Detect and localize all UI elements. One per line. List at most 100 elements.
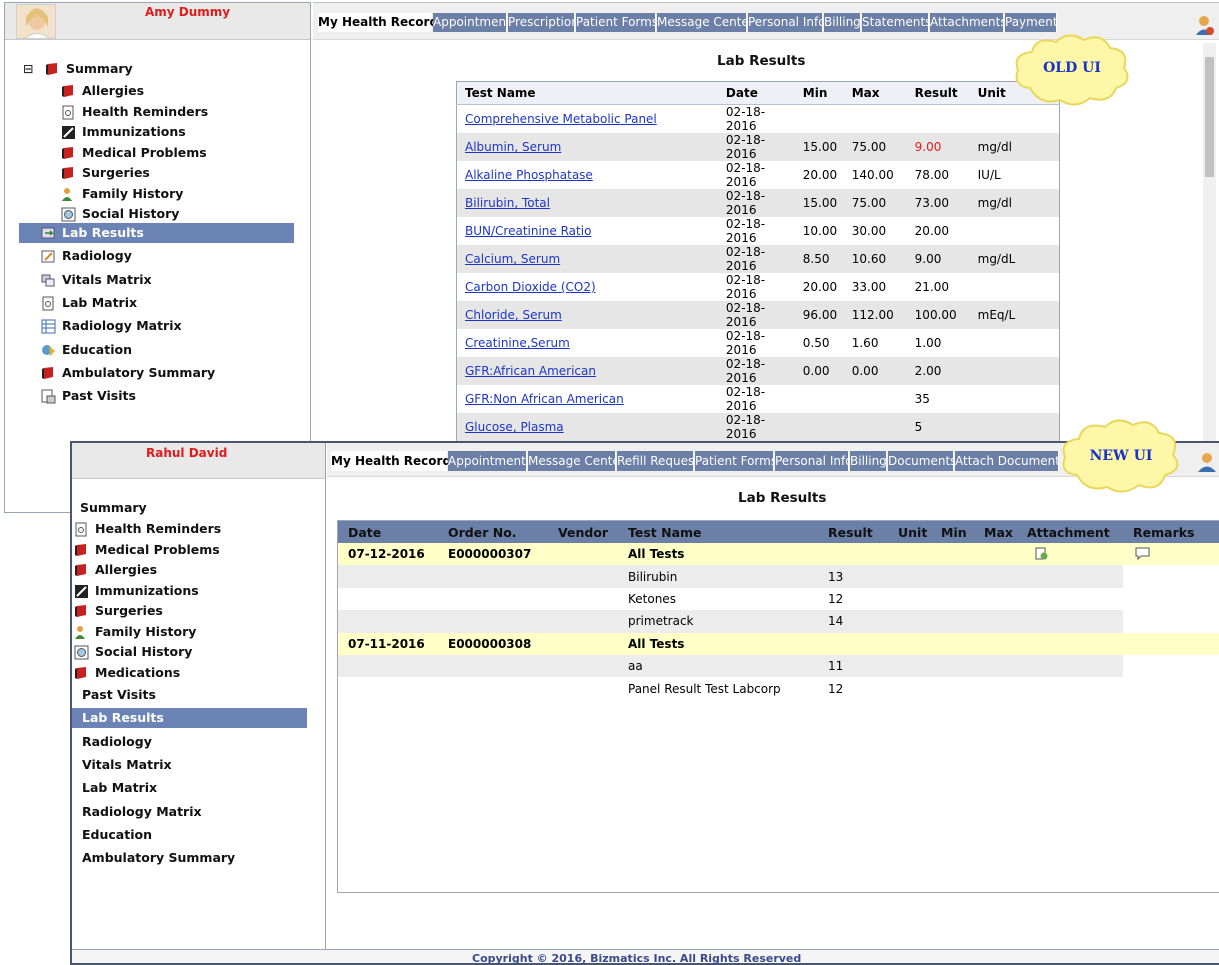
tab-statements[interactable]: Statements <box>862 13 931 32</box>
nav-item-medications[interactable]: Medications <box>74 663 180 683</box>
nav-item-education[interactable]: Education <box>19 340 132 360</box>
nav-item-health-reminders[interactable]: Health Reminders <box>61 102 208 122</box>
max-cell: 112.00 <box>843 301 907 329</box>
min-cell <box>931 543 974 566</box>
nav-item-medical-problems[interactable]: Medical Problems <box>61 143 207 163</box>
tab-refill-request[interactable]: Refill Request <box>617 451 699 471</box>
tab-prescription[interactable]: Prescription <box>508 13 579 32</box>
nav-item-lab-results[interactable]: Lab Results <box>19 223 294 243</box>
attachment-cell <box>1017 654 1123 678</box>
nav-item-immunizations[interactable]: Immunizations <box>61 122 186 142</box>
test-name-link[interactable]: GFR:African American <box>465 364 596 378</box>
tab-my-health-record[interactable]: My Health Record <box>318 13 438 32</box>
tab-patient-forms[interactable]: Patient Forms <box>695 451 777 471</box>
max-cell: 30.00 <box>851 224 887 238</box>
test-name-link[interactable]: Creatinine,Serum <box>465 336 570 350</box>
scrollbar-thumb[interactable] <box>1205 57 1214 177</box>
tab-my-health-records[interactable]: My Health Records <box>331 451 458 471</box>
user-settings-icon[interactable] <box>1195 14 1215 36</box>
nav-item-lab-results[interactable]: Lab Results <box>72 708 307 729</box>
badge-label: OLD UI <box>1043 60 1101 76</box>
user-settings-icon[interactable] <box>1197 451 1217 473</box>
test-name-link[interactable]: Calcium, Serum <box>465 252 560 266</box>
nav-item-ambulatory-summary[interactable]: Ambulatory Summary <box>19 363 215 383</box>
tab-billing[interactable]: Billing <box>824 13 861 32</box>
test-name-cell: BUN/Creatinine Ratio <box>457 217 718 245</box>
nav-item-medical-problems[interactable]: Medical Problems <box>74 540 220 560</box>
test-name-cell: Ketones <box>628 591 676 606</box>
test-name-link[interactable]: Alkaline Phosphatase <box>465 168 593 182</box>
unit-cell <box>970 217 1060 245</box>
column-header-min: Min <box>931 521 974 543</box>
tab-patient-forms[interactable]: Patient Forms <box>576 13 658 32</box>
tab-attach-documents[interactable]: Attach Documents <box>955 451 1066 471</box>
date-cell: 02-18-2016 <box>717 189 795 217</box>
globe-icon <box>74 645 89 660</box>
result-cell: 1.00 <box>914 336 942 350</box>
nav-item-radiology-matrix[interactable]: Radiology Matrix <box>19 316 182 336</box>
column-header-order-no: Order No. <box>438 521 548 543</box>
tab-billing[interactable]: Billing <box>850 451 887 471</box>
test-name-link[interactable]: GFR:Non African American <box>465 392 624 406</box>
remarks-cell <box>1123 565 1219 588</box>
test-name-cell: GFR:Non African American <box>457 385 718 413</box>
tab-attachments[interactable]: Attachments <box>930 13 1007 32</box>
result-cell: 100.00 <box>906 301 970 329</box>
new-ui-badge: NEW UI <box>1057 415 1185 497</box>
nav-item-allergies[interactable]: Allergies <box>61 81 144 101</box>
tab-personal-info[interactable]: Personal Info <box>775 451 853 471</box>
vertical-scrollbar[interactable] <box>1203 43 1216 443</box>
nav-item-radiology[interactable]: Radiology <box>19 246 132 266</box>
test-name-cell: Carbon Dioxide (CO2) <box>457 273 718 301</box>
test-name-link[interactable]: Comprehensive Metabolic Panel <box>465 112 657 126</box>
nav-item-ambulatory-summary[interactable]: Ambulatory Summary <box>72 848 235 868</box>
result-cell: 9.00 <box>906 245 970 273</box>
nav-item-summary[interactable]: ⊟ Summary <box>23 59 133 79</box>
date-cell <box>338 588 438 610</box>
test-name-link[interactable]: Albumin, Serum <box>465 140 561 154</box>
nav-item-family-history[interactable]: Family History <box>61 184 183 204</box>
nav-item-immunizations[interactable]: Immunizations <box>74 581 199 601</box>
nav-item-family-history[interactable]: Family History <box>74 622 196 642</box>
nav-item-vitals-matrix[interactable]: Vitals Matrix <box>72 755 172 775</box>
nav-item-surgeries[interactable]: Surgeries <box>74 601 163 621</box>
max-cell <box>974 588 1017 610</box>
nav-item-surgeries[interactable]: Surgeries <box>61 163 150 183</box>
nav-item-social-history[interactable]: Social History <box>74 642 192 662</box>
tab-documents[interactable]: Documents <box>888 451 956 471</box>
test-name-cell: Creatinine,Serum <box>457 329 718 357</box>
nav-item-health-reminders[interactable]: Health Reminders <box>74 519 221 539</box>
test-name-link[interactable]: Carbon Dioxide (CO2) <box>465 280 596 294</box>
date-cell: 07-12-2016 <box>338 543 438 566</box>
nav-item-allergies[interactable]: Allergies <box>74 560 157 580</box>
test-name-link[interactable]: BUN/Creatinine Ratio <box>465 224 591 238</box>
test-name-cell: Albumin, Serum <box>456 133 718 161</box>
nav-item-radiology[interactable]: Radiology <box>72 732 152 752</box>
nav-item-vitals-matrix[interactable]: Vitals Matrix <box>19 270 152 290</box>
collapse-toggle-icon[interactable]: ⊟ <box>23 59 37 79</box>
test-name-link[interactable]: Bilirubin, Total <box>465 196 550 210</box>
nav-item-past-visits[interactable]: Past Visits <box>72 685 156 705</box>
tab-appointments[interactable]: Appointments <box>448 451 532 471</box>
comment-icon[interactable] <box>1135 547 1151 561</box>
nav-item-lab-matrix[interactable]: Lab Matrix <box>19 293 137 313</box>
group-row[interactable]: 07-12-2016 E000000307 All Tests <box>338 543 1219 566</box>
order-cell <box>438 677 548 699</box>
tab-message-center[interactable]: Message Center <box>657 13 754 32</box>
nav-item-summary[interactable]: Summary <box>80 498 147 518</box>
nav-item-social-history[interactable]: Social History <box>61 204 179 224</box>
tab-appointment[interactable]: Appointment <box>433 13 511 32</box>
nav-item-education[interactable]: Education <box>72 825 152 845</box>
group-row[interactable]: 07-11-2016 E000000308 All Tests <box>338 632 1219 655</box>
min-cell <box>794 413 844 441</box>
nav-item-radiology-matrix[interactable]: Radiology Matrix <box>72 802 202 822</box>
tab-personal-info[interactable]: Personal Info <box>748 13 826 32</box>
attachment-icon[interactable] <box>1035 547 1049 561</box>
column-header-unit: Unit <box>888 521 931 543</box>
max-cell <box>974 610 1017 633</box>
test-name-link[interactable]: Glucose, Plasma <box>465 420 564 434</box>
tab-message-center[interactable]: Message Center <box>528 451 625 471</box>
nav-item-past-visits[interactable]: Past Visits <box>19 386 136 406</box>
test-name-link[interactable]: Chloride, Serum <box>465 308 562 322</box>
nav-item-lab-matrix[interactable]: Lab Matrix <box>72 778 157 798</box>
